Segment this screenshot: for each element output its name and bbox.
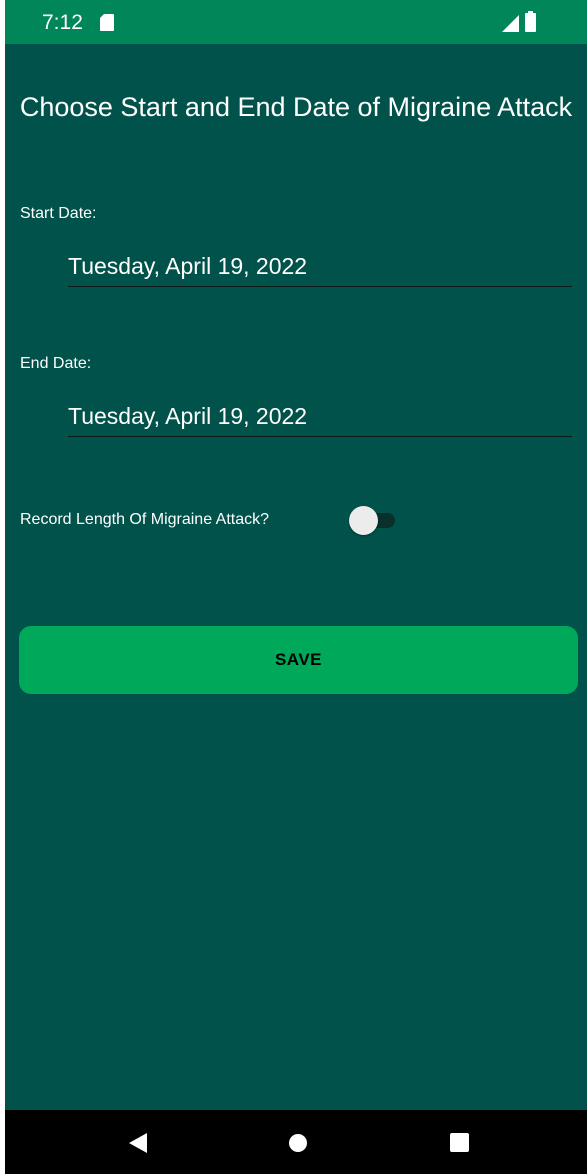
switch-thumb — [349, 506, 378, 535]
app-screen: 7:12 Choose Start and End Date of Migrai… — [5, 0, 587, 1174]
home-icon[interactable] — [283, 1128, 313, 1158]
start-date-field[interactable]: Tuesday, April 19, 2022 — [68, 246, 572, 287]
record-length-label: Record Length Of Migraine Attack? — [20, 511, 270, 528]
page-title: Choose Start and End Date of Migraine At… — [19, 92, 573, 122]
record-length-switch[interactable] — [347, 505, 397, 535]
start-date-label: Start Date: — [20, 205, 97, 222]
status-bar: 7:12 — [5, 0, 587, 44]
status-time: 7:12 — [42, 11, 83, 34]
save-button[interactable]: SAVE — [19, 626, 578, 694]
end-date-field[interactable]: Tuesday, April 19, 2022 — [68, 396, 572, 437]
end-date-label: End Date: — [20, 355, 92, 372]
recents-icon[interactable] — [445, 1128, 475, 1158]
navigation-bar — [5, 1110, 587, 1174]
back-icon[interactable] — [125, 1128, 155, 1158]
